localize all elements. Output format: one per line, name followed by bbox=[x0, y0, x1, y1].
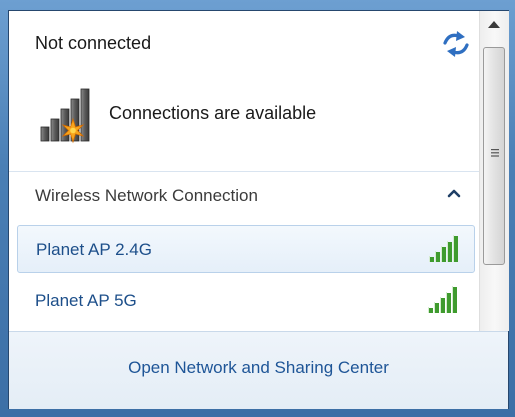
network-list-area: Not connected Connections are available … bbox=[9, 11, 479, 331]
signal-bars-icon bbox=[427, 285, 463, 315]
grip-icon bbox=[491, 149, 499, 157]
chevron-up-icon[interactable] bbox=[445, 186, 463, 200]
refresh-icon[interactable] bbox=[439, 29, 473, 59]
open-network-sharing-center-link[interactable]: Open Network and Sharing Center bbox=[9, 358, 508, 378]
section-label: Wireless Network Connection bbox=[35, 186, 258, 205]
network-name: Planet AP 5G bbox=[35, 291, 137, 310]
network-signal-with-star-icon bbox=[39, 87, 95, 145]
network-item-planet-ap-2-4g[interactable]: Planet AP 2.4G bbox=[17, 225, 475, 273]
vertical-scrollbar[interactable] bbox=[479, 11, 509, 331]
scrollbar-thumb[interactable] bbox=[483, 47, 505, 265]
status-title: Not connected bbox=[35, 33, 152, 53]
network-flyout: Not connected Connections are available … bbox=[8, 10, 509, 409]
flyout-footer: Open Network and Sharing Center bbox=[9, 331, 508, 409]
wireless-section-header[interactable]: Wireless Network Connection bbox=[9, 171, 479, 216]
signal-bars-icon bbox=[428, 234, 464, 264]
network-item-planet-ap-5g[interactable]: Planet AP 5G bbox=[17, 277, 475, 325]
network-name: Planet AP 2.4G bbox=[36, 240, 152, 259]
scroll-up-arrow-icon[interactable] bbox=[482, 13, 506, 37]
connections-available-text: Connections are available bbox=[109, 103, 317, 123]
